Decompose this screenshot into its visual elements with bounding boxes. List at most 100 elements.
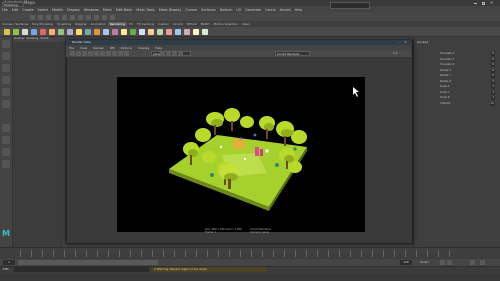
- render-settings-icon[interactable]: [110, 14, 115, 20]
- channel-value[interactable]: on: [489, 101, 495, 106]
- shelf-tool-icon[interactable]: [184, 28, 190, 35]
- menu-windows[interactable]: Windows: [82, 8, 101, 12]
- shelf-tool-icon[interactable]: [4, 28, 10, 35]
- menu-deform[interactable]: Deform: [218, 8, 235, 12]
- shelf-tab-rigging[interactable]: Rigging: [73, 22, 88, 26]
- lasso-tool-icon[interactable]: [2, 52, 10, 60]
- render-tool-icon[interactable]: [172, 51, 177, 56]
- shelf-tool-icon[interactable]: [31, 28, 37, 35]
- render-tool-icon[interactable]: [94, 51, 99, 56]
- channel-value[interactable]: 1: [491, 85, 495, 89]
- render-tool-icon[interactable]: [106, 51, 111, 56]
- render-tool-icon[interactable]: [82, 51, 87, 56]
- render-icon[interactable]: [94, 14, 99, 20]
- folder-icon[interactable]: [30, 14, 35, 20]
- shelf-tool-icon[interactable]: [193, 28, 199, 35]
- shelf-tool-icon[interactable]: [103, 28, 109, 35]
- shelf-tool-icon[interactable]: [49, 28, 55, 35]
- render-menu-render[interactable]: Render: [90, 46, 107, 50]
- menu-display[interactable]: Display: [65, 8, 82, 12]
- channel-row[interactable]: Translate X 0: [440, 52, 495, 56]
- menu-surfaces[interactable]: Surfaces: [199, 8, 218, 12]
- ipr-icon[interactable]: [102, 14, 107, 20]
- channel-value[interactable]: 0: [491, 68, 495, 73]
- menu-create[interactable]: Create: [20, 8, 35, 12]
- anim-prefs-icon[interactable]: [480, 260, 485, 265]
- channel-value[interactable]: 0: [491, 74, 495, 78]
- menu-file[interactable]: File: [0, 8, 10, 12]
- menu-select[interactable]: Select: [36, 8, 50, 12]
- rotate-tool-icon[interactable]: [2, 88, 10, 96]
- select-tool-icon[interactable]: [2, 40, 10, 48]
- render-tool-icon[interactable]: [178, 51, 183, 56]
- play-forward-icon[interactable]: [447, 260, 452, 265]
- outliner-icon[interactable]: [2, 160, 10, 168]
- renderer-select[interactable]: Arnold Renderer: [275, 51, 310, 56]
- menu-mesh[interactable]: Mesh: [101, 8, 114, 12]
- range-slider-handle[interactable]: [18, 260, 158, 265]
- redo-icon[interactable]: [54, 14, 59, 20]
- shelf-tab-curves-surfaces[interactable]: Curves / Surfaces: [0, 22, 30, 26]
- shelf-tab-custom[interactable]: Custom: [156, 22, 172, 26]
- render-menu-help[interactable]: Help: [152, 46, 165, 50]
- render-tool-icon[interactable]: [112, 51, 117, 56]
- menu-mesh-display[interactable]: Mesh Display: [157, 8, 184, 12]
- shelf-tool-icon[interactable]: [130, 28, 136, 35]
- channel-value[interactable]: 0: [491, 52, 495, 56]
- shelf-tool-icon[interactable]: [112, 28, 118, 35]
- snap-grid-icon[interactable]: [70, 14, 75, 20]
- snap-curve-icon[interactable]: [78, 14, 83, 20]
- channel-value[interactable]: 0: [491, 79, 495, 84]
- menu-edit[interactable]: Edit: [10, 8, 21, 12]
- channel-value[interactable]: 0: [491, 63, 495, 67]
- shelf-tab-motion-graphics[interactable]: Motion Graphics: [211, 22, 239, 26]
- shelf-tool-icon[interactable]: [40, 28, 46, 35]
- render-menu-ipr[interactable]: IPR: [107, 46, 118, 50]
- channel-row[interactable]: Visibility on: [440, 101, 495, 106]
- shelf-tab-fx-caching[interactable]: FX Caching: [135, 22, 156, 26]
- channel-row[interactable]: Translate Z 0: [440, 63, 495, 67]
- render-tool-icon[interactable]: [124, 51, 129, 56]
- shelf-tool-icon[interactable]: [76, 28, 82, 35]
- left-tab-toolkit[interactable]: Toolkit: [39, 37, 49, 42]
- move-tool-icon[interactable]: [2, 76, 10, 84]
- shelf-tool-icon[interactable]: [166, 28, 172, 35]
- layout-single-icon[interactable]: [2, 124, 10, 132]
- menu-curves[interactable]: Curves: [183, 8, 199, 12]
- render-tool-icon[interactable]: [88, 51, 93, 56]
- shelf-tab-arnold[interactable]: Arnold: [171, 22, 185, 26]
- menu-uv[interactable]: UV: [234, 8, 243, 12]
- channel-row[interactable]: Scale Z 1: [440, 96, 495, 100]
- menu-set-select[interactable]: Modeling: [2, 1, 24, 7]
- menu-help[interactable]: Help: [293, 8, 305, 12]
- shelf-tab-poly-modeling[interactable]: Poly Modeling: [30, 22, 55, 26]
- mel-label[interactable]: MEL: [3, 266, 9, 273]
- shelf-tab-mash[interactable]: MASH: [199, 22, 212, 26]
- menu-edit-mesh[interactable]: Edit Mesh: [114, 8, 135, 12]
- channel-row[interactable]: Rotate Z 0: [440, 79, 495, 84]
- shelf-tool-icon[interactable]: [58, 28, 64, 35]
- search-input[interactable]: [330, 1, 370, 9]
- render-menu-file[interactable]: File: [66, 46, 77, 50]
- render-tool-icon[interactable]: [70, 51, 75, 56]
- menu-cache[interactable]: Cache: [263, 8, 278, 12]
- shelf-tab-fx[interactable]: FX: [127, 22, 135, 26]
- menu-mesh-tools[interactable]: Mesh Tools: [134, 8, 156, 12]
- render-tool-icon[interactable]: [160, 51, 165, 56]
- channel-row[interactable]: Translate Y 0: [440, 57, 495, 62]
- channel-value[interactable]: 0: [491, 57, 495, 62]
- left-tab-outliner[interactable]: Outliner: [13, 37, 25, 42]
- shelf-tool-icon[interactable]: [157, 28, 163, 35]
- shelf-tab-animation[interactable]: Animation: [88, 22, 107, 26]
- shelf-tab-bifrost[interactable]: Bifrost: [185, 22, 199, 26]
- menu-arnold[interactable]: Arnold: [278, 8, 293, 12]
- fps-select[interactable]: 24 fps: [420, 260, 429, 265]
- render-tool-icon[interactable]: [118, 51, 123, 56]
- channel-row[interactable]: Scale Y 1: [440, 90, 495, 95]
- shelf-tool-icon[interactable]: [175, 28, 181, 35]
- left-tab-modeling[interactable]: Modeling: [25, 37, 39, 42]
- play-back-icon[interactable]: [440, 260, 445, 265]
- camera-select[interactable]: persp: [151, 51, 191, 56]
- shelf-tool-icon[interactable]: [94, 28, 100, 35]
- shelf-tool-icon[interactable]: [202, 28, 208, 35]
